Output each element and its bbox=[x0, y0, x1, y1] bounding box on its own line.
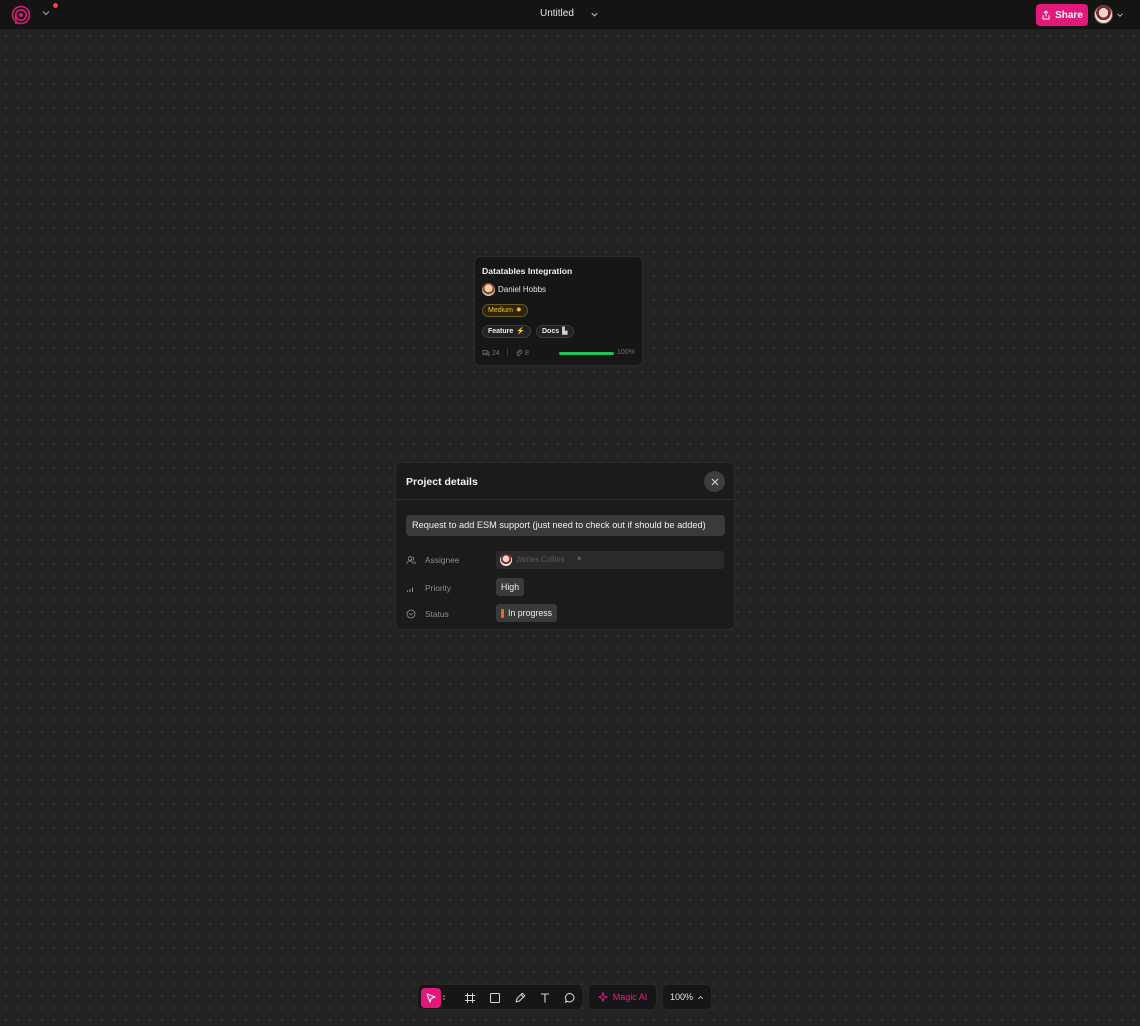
panel-title: Project details bbox=[406, 476, 478, 488]
assignee-avatar bbox=[500, 554, 512, 566]
tag-docs[interactable]: Docs ▙ bbox=[536, 325, 574, 338]
stat-divider bbox=[507, 348, 508, 356]
tools-toolbar bbox=[417, 984, 583, 1010]
tag-label: Feature bbox=[488, 328, 514, 335]
share-icon bbox=[1042, 10, 1050, 20]
frame-icon bbox=[465, 993, 475, 1003]
chevron-up-icon bbox=[697, 995, 704, 999]
task-card[interactable]: Datatables Integration Daniel Hobbs Medi… bbox=[474, 256, 643, 366]
close-button[interactable] bbox=[704, 471, 725, 492]
assignee-field[interactable]: James Collins × bbox=[496, 551, 724, 569]
status-circle-icon bbox=[406, 609, 416, 619]
lightning-icon: ⚡ bbox=[516, 328, 526, 335]
notification-dot bbox=[53, 3, 58, 8]
assignee-label: Assignee bbox=[425, 555, 460, 565]
sparkle-icon bbox=[597, 992, 608, 1002]
progress-fill bbox=[559, 352, 614, 355]
panel-header: Project details bbox=[396, 463, 734, 500]
progress-bar bbox=[559, 352, 614, 355]
paperclip-icon bbox=[516, 349, 523, 357]
close-icon bbox=[711, 478, 718, 485]
share-label: Share bbox=[1055, 9, 1083, 21]
document-title[interactable]: Untitled bbox=[540, 8, 574, 19]
text-tool-button[interactable] bbox=[535, 988, 555, 1008]
top-bar: Untitled Share bbox=[0, 0, 1140, 30]
app-menu-chevron-down-icon[interactable] bbox=[41, 8, 51, 18]
share-button[interactable]: Share bbox=[1036, 4, 1088, 26]
status-value[interactable]: In progress bbox=[496, 604, 558, 622]
users-icon bbox=[406, 556, 416, 565]
attachments-count: 8 bbox=[515, 349, 529, 357]
status-color-indicator bbox=[501, 608, 504, 618]
user-avatar[interactable] bbox=[1094, 5, 1113, 24]
assignee-name: James Collins bbox=[516, 555, 565, 564]
user-menu-chevron-down-icon[interactable] bbox=[1116, 11, 1124, 19]
magic-ai-button[interactable]: Magic AI bbox=[588, 984, 657, 1010]
signal-bars-icon bbox=[407, 587, 413, 592]
comments-value: 24 bbox=[492, 349, 500, 357]
document-icon: ▙ bbox=[562, 328, 568, 335]
rectangle-icon bbox=[490, 993, 500, 1003]
text-icon bbox=[541, 993, 549, 1003]
frame-tool-button[interactable] bbox=[460, 988, 480, 1008]
more-icon bbox=[443, 995, 445, 1000]
status-value-label: In progress bbox=[508, 608, 553, 618]
owner-avatar bbox=[482, 283, 495, 296]
project-details-panel: Project details Request to add ESM suppo… bbox=[395, 462, 735, 630]
comment-icon bbox=[565, 992, 575, 1003]
owner-name: Daniel Hobbs bbox=[498, 285, 547, 294]
pen-tool-button[interactable] bbox=[510, 988, 530, 1008]
pointer-icon bbox=[426, 993, 436, 1003]
task-title: Datatables Integration bbox=[482, 266, 573, 276]
zoom-control[interactable]: 100% bbox=[662, 984, 712, 1010]
description-field[interactable]: Request to add ESM support (just need to… bbox=[406, 515, 725, 536]
priority-tag[interactable]: Medium ✹ bbox=[482, 304, 528, 317]
magic-ai-label: Magic AI bbox=[612, 992, 648, 1002]
zoom-label: 100% bbox=[669, 992, 694, 1002]
title-chevron-down-icon[interactable] bbox=[590, 10, 599, 19]
comment-tool-button[interactable] bbox=[560, 988, 580, 1008]
progress-label: 100% bbox=[617, 349, 635, 356]
status-label: Status bbox=[425, 609, 449, 619]
comments-icon bbox=[482, 350, 490, 357]
priority-value[interactable]: High bbox=[496, 578, 525, 596]
pen-icon bbox=[515, 992, 526, 1003]
sun-icon: ✹ bbox=[515, 307, 522, 314]
priority-tag-label: Medium bbox=[488, 307, 513, 314]
tag-label: Docs bbox=[542, 328, 560, 335]
priority-label: Priority bbox=[425, 583, 452, 593]
rectangle-tool-button[interactable] bbox=[485, 988, 505, 1008]
select-tool-button[interactable] bbox=[421, 988, 441, 1008]
tag-feature[interactable]: Feature ⚡ bbox=[482, 325, 532, 338]
attachments-value: 8 bbox=[525, 349, 529, 357]
more-tools-button[interactable] bbox=[440, 988, 448, 1008]
remove-assignee-icon[interactable]: × bbox=[577, 554, 582, 563]
comments-count: 24 bbox=[482, 349, 500, 357]
priority-value-label: High bbox=[501, 582, 520, 592]
app-logo-icon[interactable] bbox=[11, 5, 31, 25]
